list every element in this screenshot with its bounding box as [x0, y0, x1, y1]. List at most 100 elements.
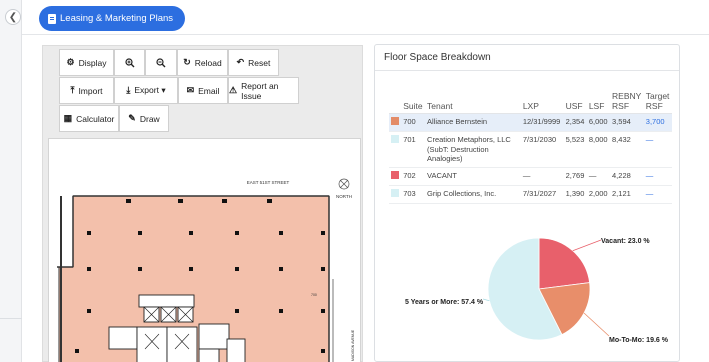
tenant-cell: Grip Collections, Inc.: [425, 185, 521, 204]
column-header-lxp[interactable]: LXP: [520, 89, 564, 114]
pie-data-label: Mo-To-Mo: 19.6 %: [609, 337, 669, 344]
panel-title: Floor Space Breakdown: [384, 52, 491, 63]
floor-space-breakdown-panel: Floor Space Breakdown Suite Tenant LXP U…: [374, 44, 680, 362]
table-row[interactable]: 702 VACANT — 2,769 — 4,228 —: [389, 167, 672, 186]
left-rail: ❮: [0, 0, 22, 362]
gear-icon: ⚙: [66, 57, 75, 67]
suite-cell: 703: [401, 185, 426, 204]
email-label: Email: [198, 85, 220, 96]
street-label: EAST 51ST STREET: [247, 180, 290, 185]
lxp-cell: 7/31/2030: [520, 131, 564, 169]
pencil-icon: ✎: [128, 113, 136, 123]
floorplan-panel: ⚙ Display ↻ Reload ↶ Reset ⤒ Import ⤓ Ex…: [42, 45, 363, 362]
target-cell[interactable]: —: [643, 185, 672, 204]
floorplan-canvas[interactable]: EAST 51ST STREET NORTH 700 MADISON AVENU…: [48, 138, 361, 362]
export-label: Export ▾: [134, 85, 166, 95]
row-color-cell: [389, 185, 402, 204]
suite-cell: 700: [401, 113, 426, 132]
suite-color-swatch: [391, 188, 399, 197]
avenue-label: MADISON AVENUE: [351, 329, 355, 361]
import-button[interactable]: ⤒ Import: [59, 77, 114, 104]
reload-label: Reload: [194, 57, 222, 68]
target-cell[interactable]: 3,700: [643, 113, 672, 132]
column-header-suite[interactable]: Suite: [401, 89, 426, 114]
suite-cell: 701: [401, 131, 426, 169]
report-label: Report an Issue: [241, 80, 279, 101]
draw-label: Draw: [139, 113, 160, 124]
suite-color-swatch: [391, 171, 399, 179]
display-button[interactable]: ⚙ Display: [59, 49, 114, 76]
lsf-cell: 2,000: [586, 185, 611, 204]
undo-icon: ↶: [236, 57, 245, 67]
reset-button[interactable]: ↶ Reset: [228, 49, 279, 76]
column-header-usf[interactable]: USF: [563, 89, 587, 114]
usf-cell: 2,354: [563, 113, 587, 132]
table-row[interactable]: 701 Creation Metaphors, LLC (SubT: Destr…: [389, 131, 672, 169]
suite-cell: 702: [401, 167, 426, 186]
pie-leader-line: [482, 298, 490, 302]
usf-cell: 5,523: [563, 131, 587, 169]
lxp-cell: —: [520, 167, 564, 186]
lxp-cell: 12/31/9999: [520, 113, 564, 132]
tenant-cell: Alliance Bernstein: [425, 113, 521, 132]
calculator-button[interactable]: ▦ Calculator: [59, 105, 119, 132]
usf-cell: 1,390: [563, 185, 587, 204]
target-cell[interactable]: —: [643, 131, 672, 169]
tenant-cell: Creation Metaphors, LLC (SubT: Destructi…: [425, 131, 521, 169]
column-header-target-rsf[interactable]: Target RSF: [643, 89, 672, 114]
lxp-cell: 7/31/2027: [520, 185, 564, 204]
breakdown-table: Suite Tenant LXP USF LSF REBNY RSF Targe…: [389, 89, 672, 204]
table-row[interactable]: 703 Grip Collections, Inc. 7/31/2027 1,3…: [389, 185, 672, 204]
lsf-cell: 8,000: [586, 131, 611, 169]
chevron-left-icon: ❮: [8, 11, 18, 23]
calculator-label: Calculator: [76, 113, 115, 124]
pie-leader-line: [583, 312, 610, 337]
pie-chart-container: Vacant: 23.0 % Mo-To-Mo: 19.6 % 5 Years or…: [375, 215, 681, 362]
calculator-icon: ▦: [63, 113, 73, 123]
target-cell[interactable]: —: [643, 167, 672, 186]
rebny-cell: 4,228: [610, 167, 644, 186]
north-arrow-icon: [338, 178, 350, 190]
column-header-rebny-rsf[interactable]: REBNY RSF: [610, 89, 644, 114]
pie-data-label: Vacant: 23.0 %: [601, 238, 650, 245]
table-header-row: Suite Tenant LXP USF LSF REBNY RSF Targe…: [389, 89, 672, 114]
display-label: Display: [78, 57, 107, 68]
floorplan-drawing: EAST 51ST STREET NORTH 700 MADISON AVENU…: [57, 178, 355, 362]
tenant-cell: VACANT: [425, 167, 521, 186]
zoom-out-icon: [156, 57, 166, 67]
zoom-in-button[interactable]: [114, 49, 145, 76]
pie-slice[interactable]: [538, 237, 591, 290]
pie-leader-line: [572, 239, 602, 252]
reset-label: Reset: [248, 57, 271, 68]
zoom-in-icon: [124, 57, 134, 67]
main-content: Leasing & Marketing Plans ⚙ Display ↻ Re…: [22, 0, 709, 362]
document-icon: [48, 13, 56, 24]
color-column-header: [389, 89, 402, 114]
table-row[interactable]: 700 Alliance Bernstein 12/31/9999 2,354 …: [389, 113, 672, 132]
leasing-marketing-plans-button[interactable]: Leasing & Marketing Plans: [39, 6, 186, 31]
row-color-cell: [389, 131, 402, 169]
reload-icon: ↻: [183, 57, 191, 67]
suite-color-swatch: [391, 117, 399, 125]
zoom-out-button[interactable]: [145, 49, 177, 76]
north-label: NORTH: [336, 194, 352, 199]
pie-chart: Vacant: 23.0 % Mo-To-Mo: 19.6 % 5 Years or…: [405, 237, 669, 344]
draw-button[interactable]: ✎ Draw: [119, 105, 169, 132]
column-header-tenant[interactable]: Tenant: [425, 89, 521, 114]
reload-button[interactable]: ↻ Reload: [177, 49, 228, 76]
export-button[interactable]: ⤓ Export ▾: [114, 77, 178, 104]
collapse-sidebar-button[interactable]: ❮: [5, 9, 21, 25]
report-issue-button[interactable]: ⚠ Report an Issue: [228, 77, 299, 104]
email-button[interactable]: ✉ Email: [178, 77, 228, 104]
pie-data-label: 5 Years or More: 57.4 %: [405, 299, 484, 306]
row-color-cell: [389, 167, 402, 186]
warning-icon: ⚠: [229, 85, 238, 95]
rail-divider: [0, 318, 22, 319]
suite-color-swatch: [391, 134, 399, 143]
usf-cell: 2,769: [563, 167, 587, 186]
rebny-cell: 2,121: [610, 185, 644, 204]
lsf-cell: 6,000: [586, 113, 611, 132]
column-header-lsf[interactable]: LSF: [586, 89, 611, 114]
suite-room-label: 700: [311, 293, 317, 297]
lsf-cell: —: [586, 167, 611, 186]
